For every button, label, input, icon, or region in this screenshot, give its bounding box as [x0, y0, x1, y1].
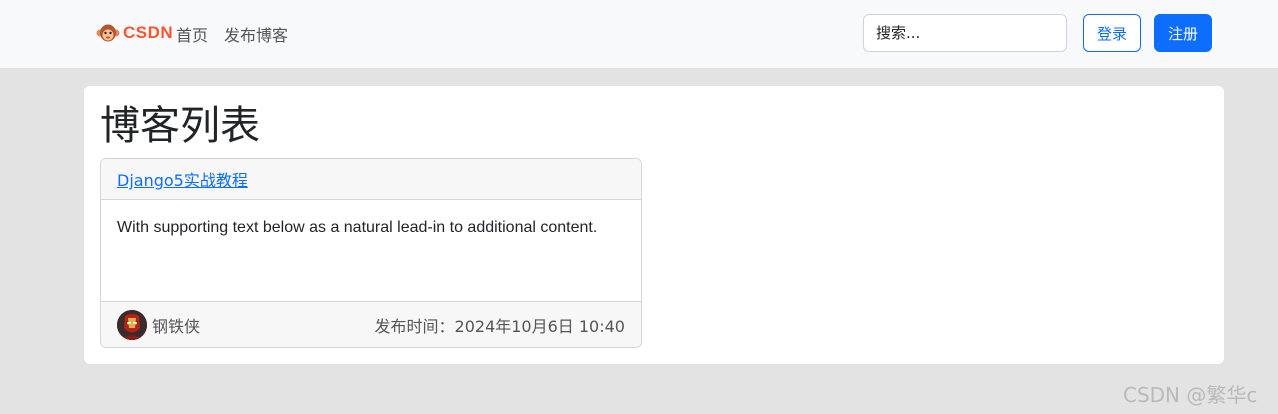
main-container: 博客列表 Django5实战教程 With supporting text be… — [84, 86, 1224, 364]
csdn-monkey-icon — [96, 22, 120, 44]
top-navbar: CSDN 首页 发布博客 登录 注册 — [0, 0, 1278, 69]
brand-logo[interactable]: CSDN — [96, 21, 173, 45]
author-name: 钢铁侠 — [152, 316, 201, 336]
author-info: 钢铁侠 — [117, 309, 201, 340]
watermark: CSDN @繁华c — [1123, 383, 1258, 407]
page-title: 博客列表 — [100, 103, 260, 149]
nav-link-publish-blog[interactable]: 发布博客 — [224, 22, 288, 46]
card-footer: 钢铁侠 发布时间：2024年10月6日 10:40 — [101, 301, 641, 347]
publish-time: 发布时间：2024年10月6日 10:40 — [374, 316, 625, 336]
blog-title-link[interactable]: Django5实战教程 — [117, 167, 248, 191]
blog-card: Django5实战教程 With supporting text below a… — [100, 158, 642, 348]
avatar — [117, 309, 147, 340]
card-body-text: With supporting text below as a natural … — [117, 219, 598, 236]
search-input[interactable] — [863, 14, 1067, 52]
card-header: Django5实战教程 — [101, 159, 641, 200]
brand-wordmark: CSDN — [123, 23, 174, 42]
register-button[interactable]: 注册 — [1154, 14, 1212, 52]
login-button[interactable]: 登录 — [1083, 14, 1141, 52]
nav-link-home[interactable]: 首页 — [176, 22, 208, 46]
